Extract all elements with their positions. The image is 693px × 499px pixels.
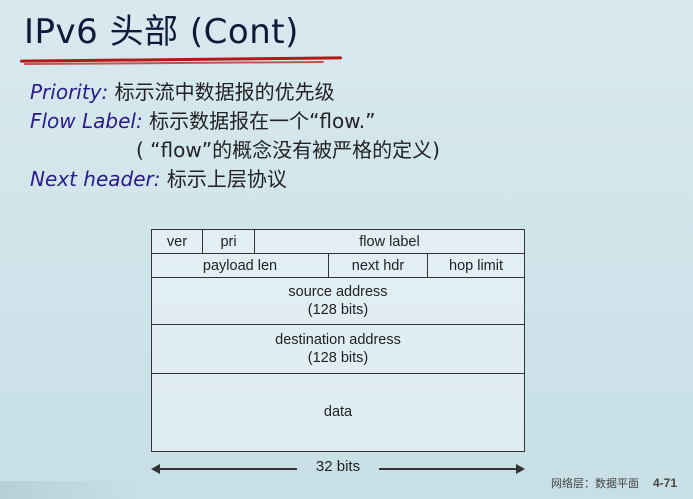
field-flow-label: flow label: [359, 233, 420, 250]
slide-footer: 网络层：数据平面 4-71: [551, 475, 677, 491]
header-row-destination: destination address (128 bits): [152, 325, 524, 374]
source-address-bits: (128 bits): [307, 302, 369, 318]
field-payload-len: payload len: [152, 254, 329, 277]
bullet-desc: ( “flow”的概念没有被严格的定义): [136, 138, 440, 162]
header-row-2: payload len next hdr hop limit: [152, 254, 524, 278]
field-data: data: [323, 404, 353, 420]
source-address-label: source address: [288, 284, 388, 300]
bullet-desc: 标示数据报在一个“flow.”: [142, 109, 376, 133]
destination-address-label: destination address: [275, 332, 401, 348]
destination-address-bits: (128 bits): [307, 350, 369, 366]
bullet-term: Priority:: [30, 80, 109, 104]
field-source-address: source address (128 bits): [152, 278, 524, 324]
field-hop-limit: hop limit: [449, 257, 503, 274]
header-row-1: ver pri flow label: [152, 230, 524, 254]
slide-title: IPv6 头部 (Cont): [24, 12, 299, 52]
page-number: 4-71: [652, 476, 677, 490]
header-row-data: data: [152, 374, 524, 450]
bullet-desc: 标示上层协议: [160, 167, 287, 191]
header-row-source: source address (128 bits): [152, 278, 524, 325]
bullet-list: Priority: 标示流中数据报的优先级 Flow Label: 标示数据报在…: [30, 78, 440, 194]
bullet-term: Next header:: [30, 167, 161, 191]
slide: IPv6 头部 (Cont) Priority: 标示流中数据报的优先级 Flo…: [0, 0, 693, 499]
bullet-flow-note: ( “flow”的概念没有被严格的定义): [30, 136, 440, 165]
field-pri: pri: [203, 230, 255, 253]
field-destination-address: destination address (128 bits): [152, 325, 524, 373]
ipv6-header-diagram: ver pri flow label payload len next hdr …: [151, 229, 525, 452]
ruler-label: 32 bits: [315, 458, 361, 475]
bit-width-ruler: 32 bits: [151, 458, 525, 478]
field-ver: ver: [152, 230, 203, 253]
arrow-right-icon: [516, 464, 525, 474]
ruler-line: [379, 468, 517, 470]
field-next-hdr: next hdr: [329, 254, 428, 277]
footer-section: 网络层：数据平面: [550, 477, 639, 490]
bullet-priority: Priority: 标示流中数据报的优先级: [30, 78, 440, 107]
bullet-flow-label: Flow Label: 标示数据报在一个“flow.”: [30, 107, 440, 136]
bullet-term: Flow Label:: [30, 109, 143, 133]
bullet-desc: 标示流中数据报的优先级: [108, 80, 335, 104]
watermark-band: [0, 481, 140, 499]
bullet-next-header: Next header: 标示上层协议: [30, 165, 440, 194]
